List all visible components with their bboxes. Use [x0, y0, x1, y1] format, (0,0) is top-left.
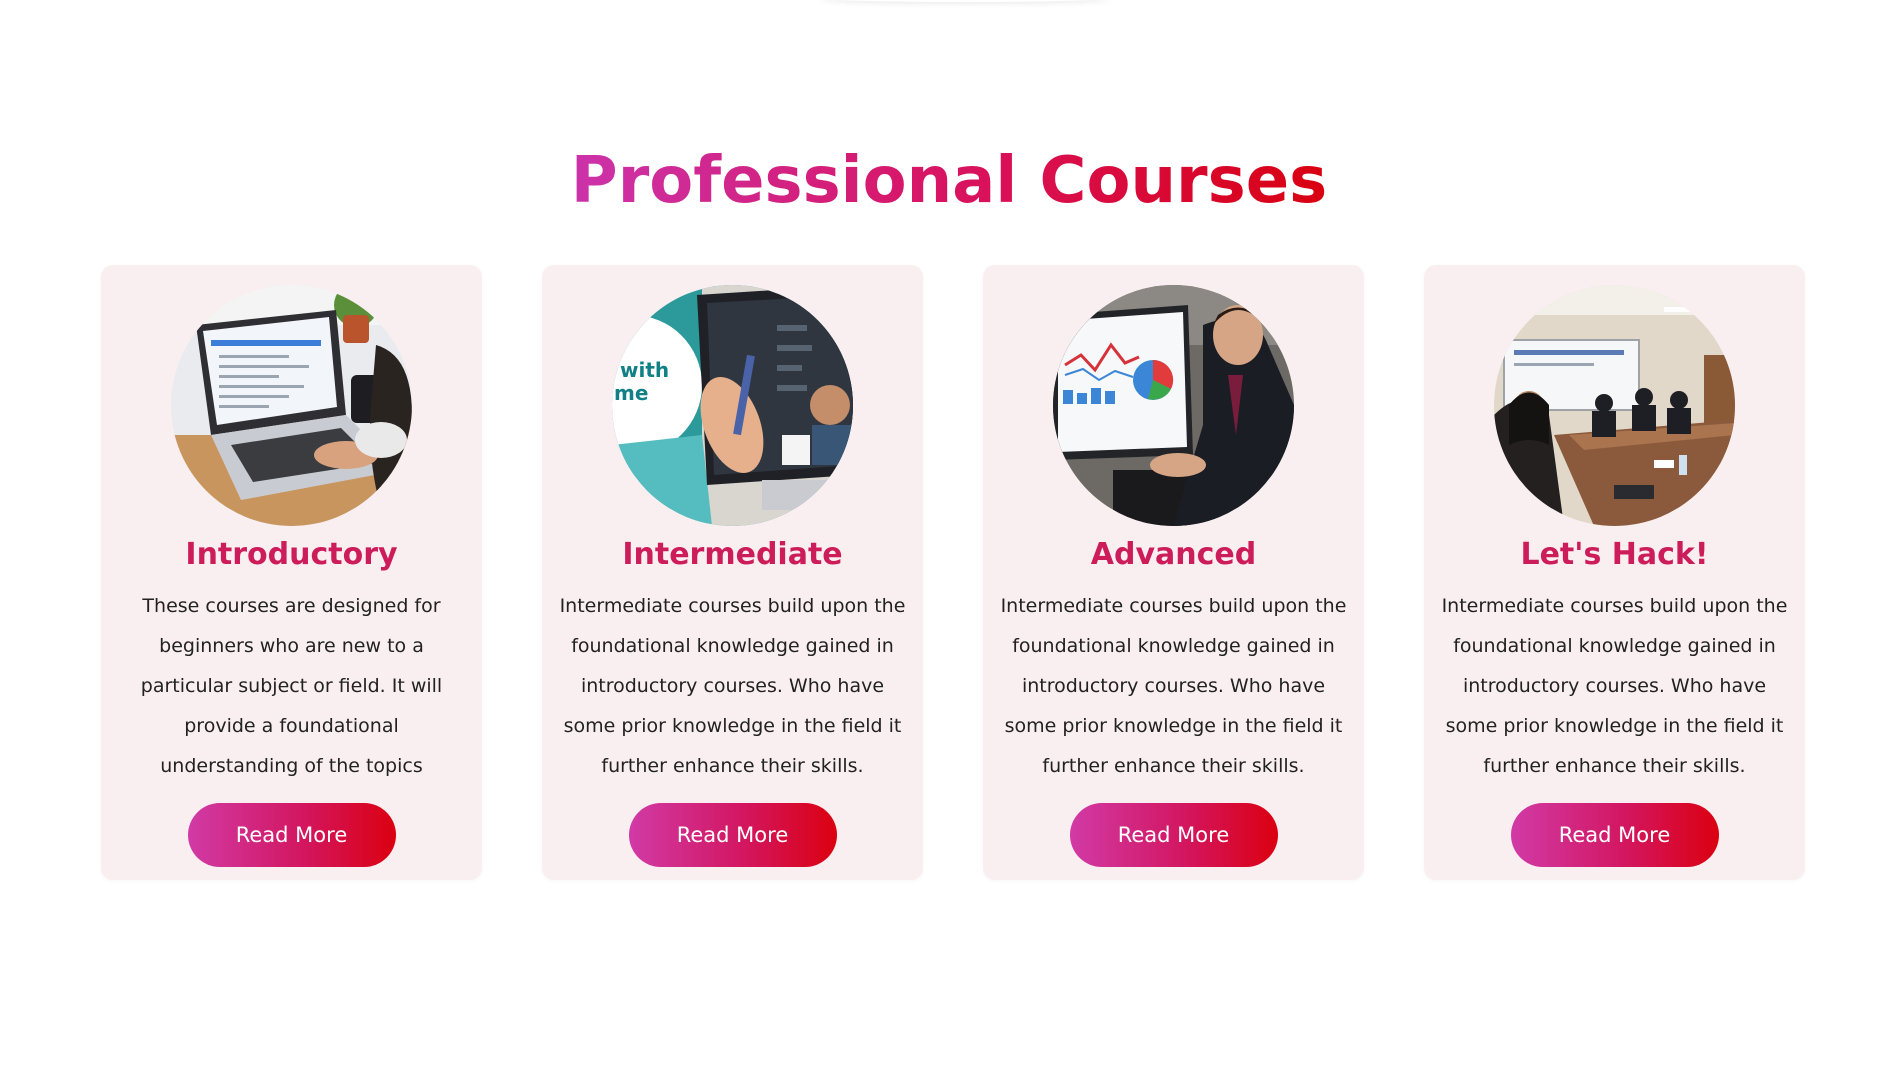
course-card-advanced: Advanced Intermediate courses build upon…	[983, 265, 1364, 880]
read-more-button[interactable]: Read More	[1510, 803, 1719, 867]
course-image-tablet-video-call: with me	[612, 285, 853, 526]
card-title: Let's Hack!	[1520, 537, 1709, 572]
course-cards: Introductory These courses are designed …	[101, 265, 1805, 880]
card-description: Intermediate courses build upon the foun…	[1441, 595, 1788, 777]
card-description: Intermediate courses build upon the foun…	[559, 595, 906, 777]
page: Professional Courses Introductory These …	[0, 0, 1898, 1080]
course-image-conference-room	[1494, 285, 1735, 526]
course-image-laptop-coding	[171, 285, 412, 526]
card-title: Advanced	[1090, 537, 1257, 572]
section-title: Professional Courses	[570, 144, 1328, 218]
header-edge	[820, 0, 1110, 2]
read-more-button[interactable]: Read More	[187, 803, 396, 867]
course-card-introductory: Introductory These courses are designed …	[101, 265, 482, 880]
card-description: These courses are designed for beginners…	[140, 595, 443, 777]
course-image-analytics-dashboard	[1053, 285, 1294, 526]
card-description: Intermediate courses build upon the foun…	[1000, 595, 1347, 777]
read-more-button[interactable]: Read More	[1069, 803, 1278, 867]
course-card-lets-hack: Let's Hack! Intermediate courses build u…	[1424, 265, 1805, 880]
course-card-intermediate: with me Intermediate Intermediate course…	[542, 265, 923, 880]
image-text-me: me	[614, 381, 648, 405]
card-title: Intermediate	[622, 537, 843, 572]
read-more-button[interactable]: Read More	[628, 803, 837, 867]
image-text-with: with	[620, 358, 669, 382]
card-title: Introductory	[185, 537, 398, 572]
